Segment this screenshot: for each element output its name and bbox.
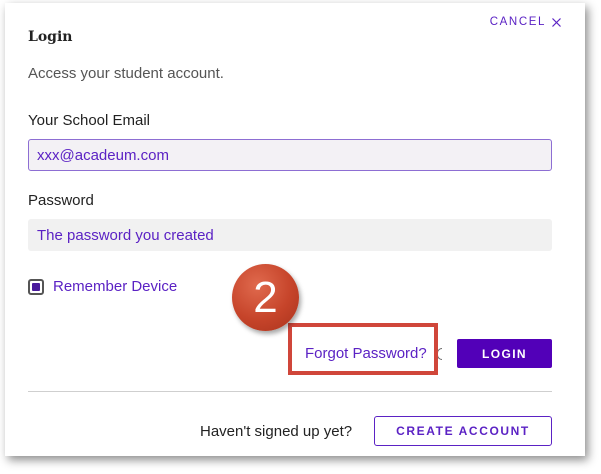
email-field[interactable]: xxx@acadeum.com [28, 139, 552, 171]
login-button[interactable]: LOGIN [457, 339, 552, 368]
dialog-title: Login [28, 29, 73, 45]
email-label: Your School Email [28, 112, 151, 129]
remember-device-toggle[interactable]: Remember Device [28, 278, 177, 295]
step-number-badge: 2 [232, 264, 299, 331]
remember-device-label: Remember Device [53, 278, 178, 295]
signup-prompt: Haven't signed up yet? [200, 423, 353, 440]
cancel-button[interactable]: CANCEL [490, 16, 561, 28]
divider [28, 391, 552, 392]
password-field[interactable]: The password you created [28, 219, 552, 251]
password-label: Password [28, 192, 94, 209]
annotation-highlight-box [288, 323, 438, 375]
dialog-subtitle: Access your student account. [28, 65, 224, 82]
cancel-label: CANCEL [489, 16, 546, 28]
login-dialog: Login CANCEL Access your student account… [5, 3, 585, 456]
close-icon [552, 17, 561, 27]
create-account-button[interactable]: CREATE ACCOUNT [374, 416, 552, 446]
checkbox-checked-icon[interactable] [28, 278, 44, 295]
